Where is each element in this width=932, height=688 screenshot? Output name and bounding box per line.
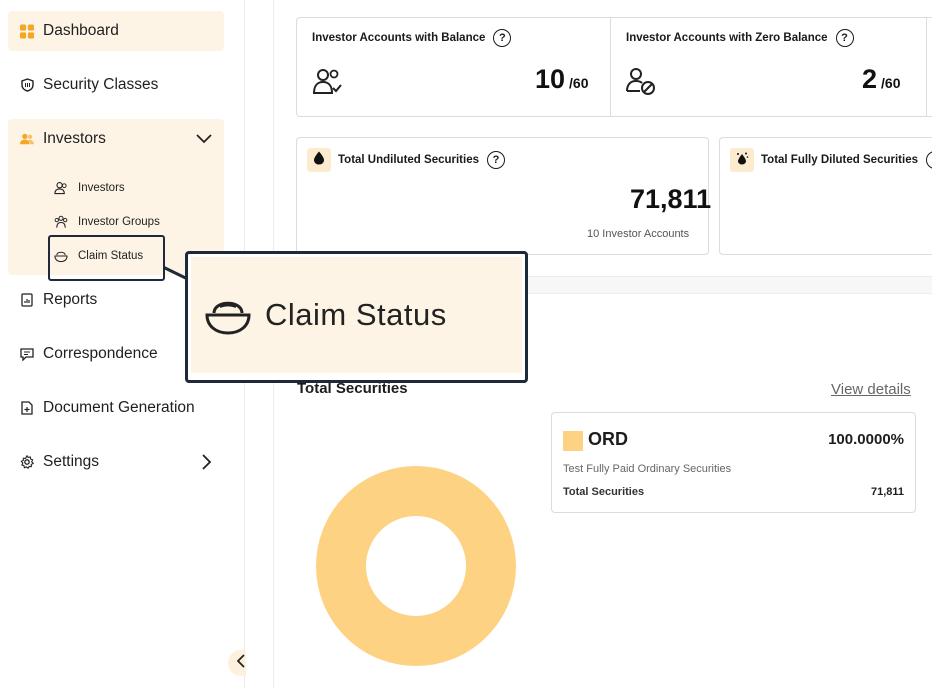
zoom-inner: Claim Status bbox=[191, 257, 522, 373]
balance-value: 10/60 bbox=[535, 64, 589, 95]
balance-count: 10 bbox=[535, 64, 566, 94]
claim-bowl-icon bbox=[205, 295, 251, 335]
nav-investors-label: Investors bbox=[43, 130, 106, 147]
balance-title-text: Investor Accounts with Balance bbox=[312, 32, 486, 44]
zero-balance-title-text: Investor Accounts with Zero Balance bbox=[626, 32, 828, 44]
legend-total-label: Total Securities bbox=[563, 486, 645, 498]
chevron-left-icon bbox=[236, 653, 246, 673]
legend-code: ORD bbox=[588, 429, 628, 449]
zero-balance-value: 2/60 bbox=[862, 64, 901, 95]
stats-separator-2 bbox=[926, 18, 927, 116]
legend-percent: 100.0000% bbox=[828, 431, 904, 448]
undiluted-card-title: Total Undiluted Securities ? bbox=[338, 151, 505, 169]
fully-diluted-card-title: Total Fully Diluted Securities ? bbox=[761, 151, 932, 169]
legend-description: Test Fully Paid Ordinary Securities bbox=[563, 463, 732, 475]
legend-total-value: 71,811 bbox=[870, 486, 904, 498]
donut-slice-ord[interactable] bbox=[316, 466, 516, 666]
subnav-investor-groups[interactable]: Investor Groups bbox=[54, 210, 160, 234]
nav-document-generation-label: Document Generation bbox=[43, 399, 195, 416]
undiluted-value: 71,811 bbox=[630, 184, 712, 214]
chevron-right-icon[interactable] bbox=[202, 454, 212, 475]
help-icon[interactable]: ? bbox=[487, 151, 505, 169]
fully-diluted-title-text: Total Fully Diluted Securities bbox=[761, 154, 918, 166]
balance-denominator: /60 bbox=[569, 75, 589, 91]
nav-investors[interactable]: Investors bbox=[8, 119, 224, 159]
zero-balance-count: 2 bbox=[862, 64, 878, 94]
nav-settings[interactable]: Settings bbox=[8, 442, 224, 482]
shield-icon bbox=[20, 78, 34, 92]
nav-reports-label: Reports bbox=[43, 291, 98, 308]
help-icon[interactable]: ? bbox=[493, 29, 512, 47]
undiluted-subtext: 10 Investor Accounts bbox=[587, 228, 690, 240]
nav-security-classes-label: Security Classes bbox=[43, 76, 159, 93]
undiluted-title-text: Total Undiluted Securities bbox=[338, 154, 479, 166]
nav-document-generation[interactable]: Document Generation bbox=[8, 388, 224, 428]
user-blocked-icon bbox=[626, 66, 656, 101]
nav-settings-label: Settings bbox=[43, 453, 100, 470]
chat-icon bbox=[20, 347, 34, 361]
claim-status-zoom-callout: Claim Status bbox=[185, 251, 528, 383]
drop-icon-tile bbox=[307, 148, 331, 172]
securities-donut-chart bbox=[316, 466, 516, 666]
claim-status-highlight bbox=[48, 235, 165, 281]
security-legend-card[interactable]: ORD 100.0000% Test Fully Paid Ordinary S… bbox=[551, 412, 916, 513]
chevron-down-icon[interactable] bbox=[196, 131, 212, 149]
subnav-investor-groups-label: Investor Groups bbox=[78, 216, 160, 228]
splash-icon bbox=[735, 151, 749, 170]
balance-card-title: Investor Accounts with Balance ? bbox=[312, 29, 512, 47]
report-icon bbox=[20, 293, 34, 307]
drop-icon bbox=[313, 151, 325, 170]
zero-balance-denominator: /60 bbox=[881, 75, 901, 91]
splash-icon-tile bbox=[730, 148, 754, 172]
help-icon[interactable]: ? bbox=[835, 29, 854, 47]
nav-correspondence-label: Correspondence bbox=[43, 345, 158, 362]
user-check-icon bbox=[312, 66, 342, 101]
ord-color-swatch bbox=[563, 431, 583, 451]
dashboard-grid-icon bbox=[20, 24, 34, 38]
users-icon bbox=[20, 132, 34, 146]
nav-dashboard[interactable]: Dashboard bbox=[8, 11, 224, 51]
subnav-investors[interactable]: Investors bbox=[54, 176, 125, 200]
people-group-icon bbox=[54, 215, 68, 229]
user-group-icon bbox=[54, 181, 68, 195]
zero-balance-card-title: Investor Accounts with Zero Balance ? bbox=[626, 29, 854, 47]
subnav-investors-label: Investors bbox=[78, 182, 125, 194]
gear-icon bbox=[20, 455, 34, 469]
nav-dashboard-label: Dashboard bbox=[43, 22, 119, 39]
document-plus-icon bbox=[20, 401, 34, 415]
help-icon[interactable]: ? bbox=[925, 151, 932, 169]
view-details-link[interactable]: View details bbox=[831, 381, 911, 398]
stats-separator bbox=[610, 18, 611, 116]
nav-security-classes[interactable]: Security Classes bbox=[8, 65, 224, 105]
zoom-claim-status-label: Claim Status bbox=[265, 297, 447, 332]
